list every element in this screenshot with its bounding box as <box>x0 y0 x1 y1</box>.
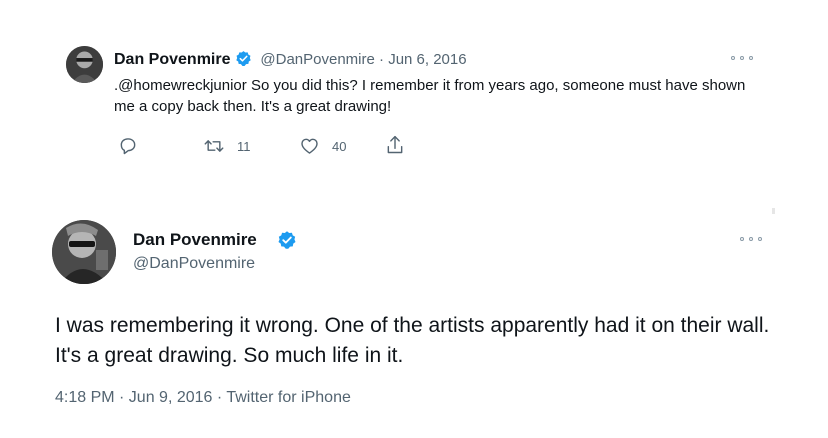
reply-tweet-text: .@homewreckjunior So you did this? I rem… <box>114 77 746 115</box>
reply-author-avatar[interactable] <box>66 46 103 83</box>
like-button[interactable]: 40 <box>299 136 346 156</box>
reply-date[interactable]: Jun 6, 2016 <box>388 51 466 68</box>
retweet-count: 11 <box>237 138 251 154</box>
main-handle[interactable]: @DanPovenmire <box>133 255 255 273</box>
share-icon <box>387 135 403 154</box>
main-author-avatar[interactable] <box>52 220 116 284</box>
verified-badge-icon <box>277 230 297 255</box>
main-author-name[interactable]: Dan Povenmire <box>133 230 257 250</box>
meta-separator: · <box>379 51 385 68</box>
share-button[interactable] <box>385 134 405 156</box>
retweet-icon <box>204 140 224 152</box>
reply-more-options-icon[interactable] <box>731 53 753 63</box>
retweet-button[interactable]: 11 <box>203 136 251 156</box>
like-count: 40 <box>332 138 347 154</box>
reply-handle[interactable]: @DanPovenmire <box>260 51 374 68</box>
divider-mark <box>772 208 775 214</box>
main-more-options-icon[interactable] <box>740 234 762 244</box>
reply-button[interactable] <box>118 136 138 156</box>
main-tweet-text: I was remembering it wrong. One of the a… <box>55 314 770 367</box>
main-tweet-meta[interactable]: 4:18 PM · Jun 9, 2016 · Twitter for iPho… <box>55 389 351 407</box>
reply-author-name[interactable]: Dan Povenmire <box>114 51 230 68</box>
verified-badge-icon <box>235 50 252 72</box>
reply-icon <box>120 138 136 155</box>
reply-header: Dan Povenmire @DanPovenmire · Jun 6, 201… <box>114 50 467 72</box>
heart-icon <box>301 138 318 154</box>
